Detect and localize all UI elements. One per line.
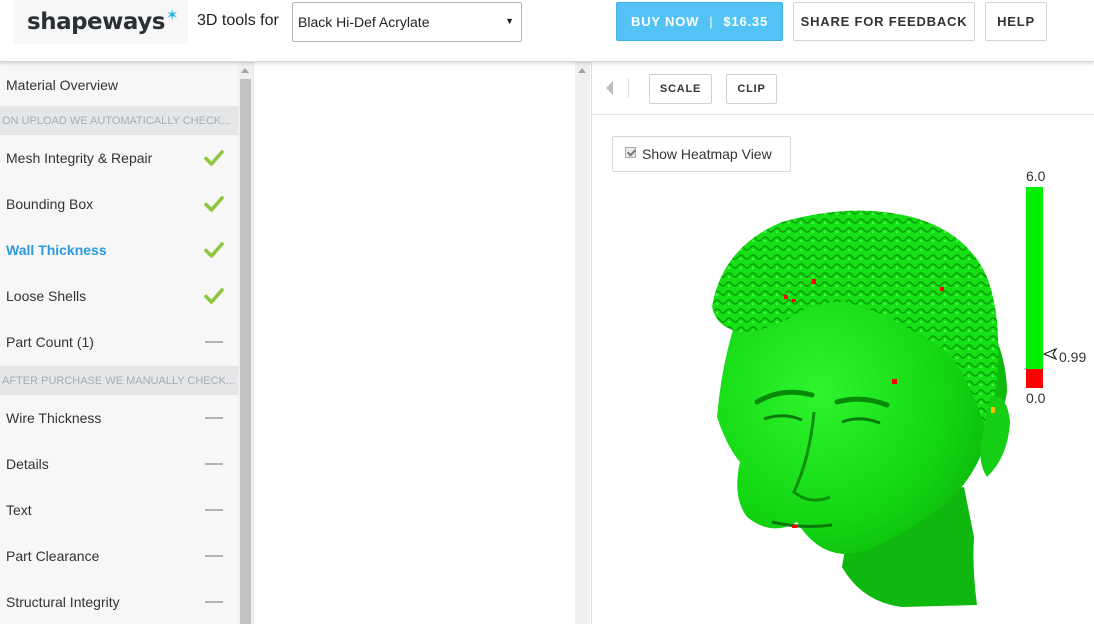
sidebar-item-wire-thickness[interactable]: Wire Thickness (0, 395, 238, 441)
checks-sidebar: Material Overview ON UPLOAD WE AUTOMATIC… (0, 62, 238, 624)
share-for-feedback-button[interactable]: SHARE FOR FEEDBACK (793, 2, 975, 41)
upload-section-header: ON UPLOAD WE AUTOMATICALLY CHECK... (0, 106, 238, 135)
dash-icon (205, 601, 223, 603)
dash-icon (205, 341, 223, 343)
dash-icon (205, 555, 223, 557)
heatmap-toggle-label: Show Heatmap View (642, 146, 772, 162)
material-select-value: Black Hi-Def Acrylate (298, 14, 430, 30)
sidebar-item-loose-shells[interactable]: Loose Shells (0, 273, 238, 319)
sidebar-scroll-thumb[interactable] (240, 79, 251, 624)
tools-label: 3D tools for (197, 12, 279, 29)
sidebar-item-label: Structural Integrity (6, 594, 120, 610)
details-panel (253, 62, 574, 624)
heatmap-toggle[interactable]: Show Heatmap View (612, 136, 791, 172)
sidebar-item-label: Bounding Box (6, 196, 94, 212)
buy-now-price: $16.35 (723, 14, 768, 29)
sidebar-item-label: Mesh Integrity & Repair (6, 150, 153, 166)
help-button[interactable]: HELP (985, 2, 1047, 41)
scale-button[interactable]: SCALE (649, 74, 712, 104)
buy-now-label: BUY NOW (631, 14, 700, 29)
scroll-up-arrow-icon[interactable] (241, 68, 249, 73)
sidebar-item-details[interactable]: Details (0, 441, 238, 487)
sidebar-item-text[interactable]: Text (0, 487, 238, 533)
logo-star-icon: ✶ (165, 7, 179, 24)
heatmap-bar-fail (1026, 369, 1043, 388)
sidebar-item-label: Text (6, 502, 32, 518)
heatmap-bar-ok (1026, 187, 1043, 369)
shapeways-logo[interactable]: shapeways ✶ (14, 0, 188, 44)
sidebar-item-label: Loose Shells (6, 288, 87, 304)
heatmap-scale-max: 6.0 (1026, 168, 1046, 184)
buy-now-button[interactable]: BUY NOW | $16.35 (616, 2, 783, 41)
details-scrollbar[interactable] (575, 62, 590, 624)
dropdown-arrow-icon: ▼ (505, 16, 514, 26)
threshold-marker-icon[interactable] (1043, 348, 1057, 360)
sidebar-item-label: Details (6, 456, 49, 472)
scroll-up-arrow-icon[interactable] (578, 68, 586, 73)
head-model-render[interactable] (702, 207, 1022, 619)
sidebar-item-part-clearance[interactable]: Part Clearance (0, 533, 238, 579)
check-icon (204, 150, 224, 166)
heatmap-checkbox[interactable] (625, 146, 636, 158)
sidebar-item-label: Wall Thickness (6, 242, 107, 258)
collapse-panel-icon[interactable] (606, 81, 613, 95)
sidebar-scrollbar[interactable] (238, 62, 253, 624)
heatmap-threshold-value: 0.99 (1059, 349, 1087, 365)
dash-icon (205, 463, 223, 465)
sidebar-item-structural-integrity[interactable]: Structural Integrity (0, 579, 238, 624)
sidebar-item-mesh-integrity[interactable]: Mesh Integrity & Repair (0, 135, 238, 181)
check-icon (204, 288, 224, 304)
material-select[interactable]: Black Hi-Def Acrylate ▼ (292, 2, 522, 42)
sidebar-item-bounding-box[interactable]: Bounding Box (0, 181, 238, 227)
sidebar-item-material-overview[interactable]: Material Overview (0, 62, 238, 108)
dash-icon (205, 509, 223, 511)
sidebar-item-label: Wire Thickness (6, 410, 102, 426)
sidebar-item-label: Part Count (1) (6, 334, 94, 350)
sidebar-item-label: Material Overview (6, 77, 119, 93)
buy-now-separator: | (709, 14, 714, 29)
dash-icon (205, 417, 223, 419)
heatmap-scale-min: 0.0 (1026, 390, 1046, 406)
model-viewer[interactable]: SCALE CLIP Show Heatmap View 6.0 0.99 0.… (591, 62, 1094, 624)
sidebar-item-label: Part Clearance (6, 548, 100, 564)
sidebar-item-wall-thickness[interactable]: Wall Thickness (0, 227, 238, 273)
check-icon (204, 196, 224, 212)
viewer-toolbar: SCALE CLIP (592, 62, 1094, 115)
check-icon (204, 242, 224, 258)
clip-button[interactable]: CLIP (726, 74, 777, 104)
toolbar-divider (628, 78, 629, 98)
purchase-section-header: AFTER PURCHASE WE MANUALLY CHECK... (0, 366, 238, 395)
sidebar-item-part-count[interactable]: Part Count (1) (0, 319, 238, 365)
logo-wordmark: shapeways (27, 9, 165, 35)
top-bar: shapeways ✶ 3D tools for Black Hi-Def Ac… (0, 0, 1094, 62)
